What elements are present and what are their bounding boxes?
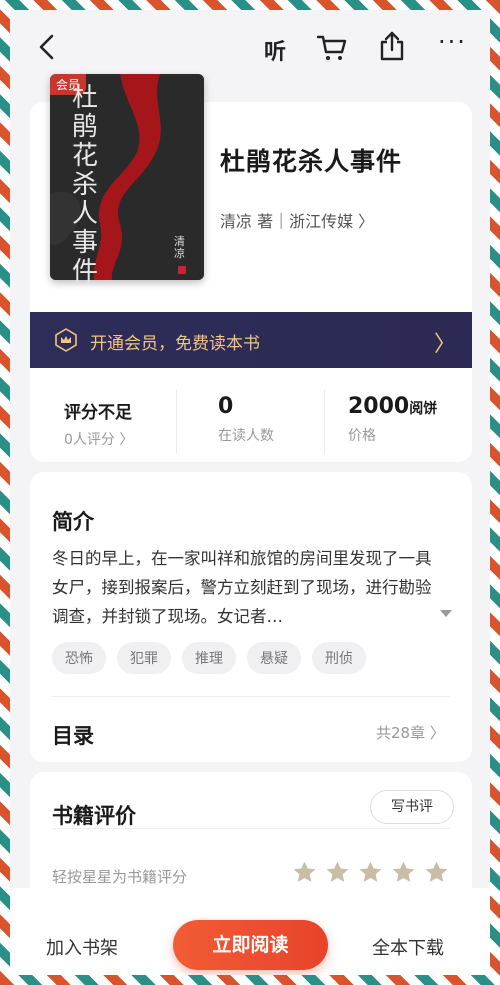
bottom-action-bar: 加入书架 立即阅读 全本下载 [10, 888, 490, 975]
share-icon[interactable] [378, 30, 406, 62]
page: 听 ··· 会员 杜鹃花杀人事件 清凉 杜鹃花杀人事件 清凉 著｜浙江传媒 〉 [10, 10, 490, 975]
tag[interactable]: 恐怖 [52, 642, 106, 674]
divider [52, 828, 450, 829]
stats-row: 评分不足 0人评分 〉 0 在读人数 2000阅饼 价格 [30, 368, 472, 462]
tag-list: 恐怖 犯罪 推理 悬疑 刑侦 [52, 642, 366, 674]
divider [52, 696, 450, 697]
author-publisher-link[interactable]: 清凉 著｜浙江传媒 〉 [220, 208, 374, 232]
review-title: 书籍评价 [52, 804, 136, 828]
rating-count: 0人评分 〉 [64, 432, 134, 448]
write-review-button[interactable]: 写书评 [370, 790, 454, 824]
cover-author: 清凉 [174, 235, 185, 260]
intro-title: 简介 [52, 510, 94, 534]
intro-card: 简介 冬日的早上，在一家叫祥和旅馆的房间里发现了一具女尸，接到报案后，警方立刻赶… [30, 472, 472, 762]
price-value: 2000阅饼 [348, 394, 438, 419]
download-button[interactable]: 全本下载 [372, 934, 444, 960]
cover-title: 杜鹃花杀人事件 [72, 83, 99, 287]
readers-label: 在读人数 [218, 428, 274, 444]
more-options-icon[interactable]: ··· [438, 28, 467, 56]
stat-rating[interactable]: 评分不足 0人评分 〉 [64, 398, 133, 449]
toc-title[interactable]: 目录 [52, 720, 94, 750]
divider [324, 390, 325, 454]
add-to-shelf-button[interactable]: 加入书架 [46, 934, 118, 960]
listen-button[interactable]: 听 [264, 34, 286, 66]
cart-icon[interactable] [316, 32, 348, 62]
back-arrow-icon[interactable] [34, 32, 60, 62]
star-icon[interactable] [391, 860, 416, 885]
chevron-right-icon: 〉 [434, 332, 457, 357]
cover-seal [178, 266, 186, 274]
top-bar: 听 ··· [10, 10, 490, 78]
tag[interactable]: 犯罪 [117, 642, 171, 674]
price-unit: 阅饼 [409, 401, 438, 417]
star-icon[interactable] [325, 860, 350, 885]
intro-text[interactable]: 冬日的早上，在一家叫祥和旅馆的房间里发现了一具女尸，接到报案后，警方立刻赶到了现… [52, 544, 442, 631]
stat-price: 2000阅饼 价格 [348, 394, 437, 445]
book-title: 杜鹃花杀人事件 [220, 147, 403, 176]
star-rating[interactable] [292, 860, 449, 885]
star-icon[interactable] [292, 860, 317, 885]
star-icon[interactable] [358, 860, 383, 885]
tag[interactable]: 刑侦 [312, 642, 366, 674]
rating-hint: 轻按星星为书籍评分 [52, 868, 188, 886]
tag[interactable]: 推理 [182, 642, 236, 674]
vip-membership-banner[interactable]: 开通会员，免费读本书 〉 [30, 312, 472, 368]
vip-banner-text: 开通会员，免费读本书 [90, 334, 260, 354]
crown-icon [55, 328, 77, 352]
chapter-count-link[interactable]: 共28章 〉 [376, 722, 445, 743]
expand-arrow-icon[interactable] [440, 610, 452, 617]
read-now-button[interactable]: 立即阅读 [173, 920, 328, 970]
star-icon[interactable] [424, 860, 449, 885]
rating-value: 评分不足 [64, 403, 132, 423]
price-label: 价格 [348, 428, 376, 444]
readers-value: 0 [218, 394, 234, 419]
divider [176, 390, 177, 454]
tag[interactable]: 悬疑 [247, 642, 301, 674]
stat-readers: 0 在读人数 [218, 394, 274, 445]
